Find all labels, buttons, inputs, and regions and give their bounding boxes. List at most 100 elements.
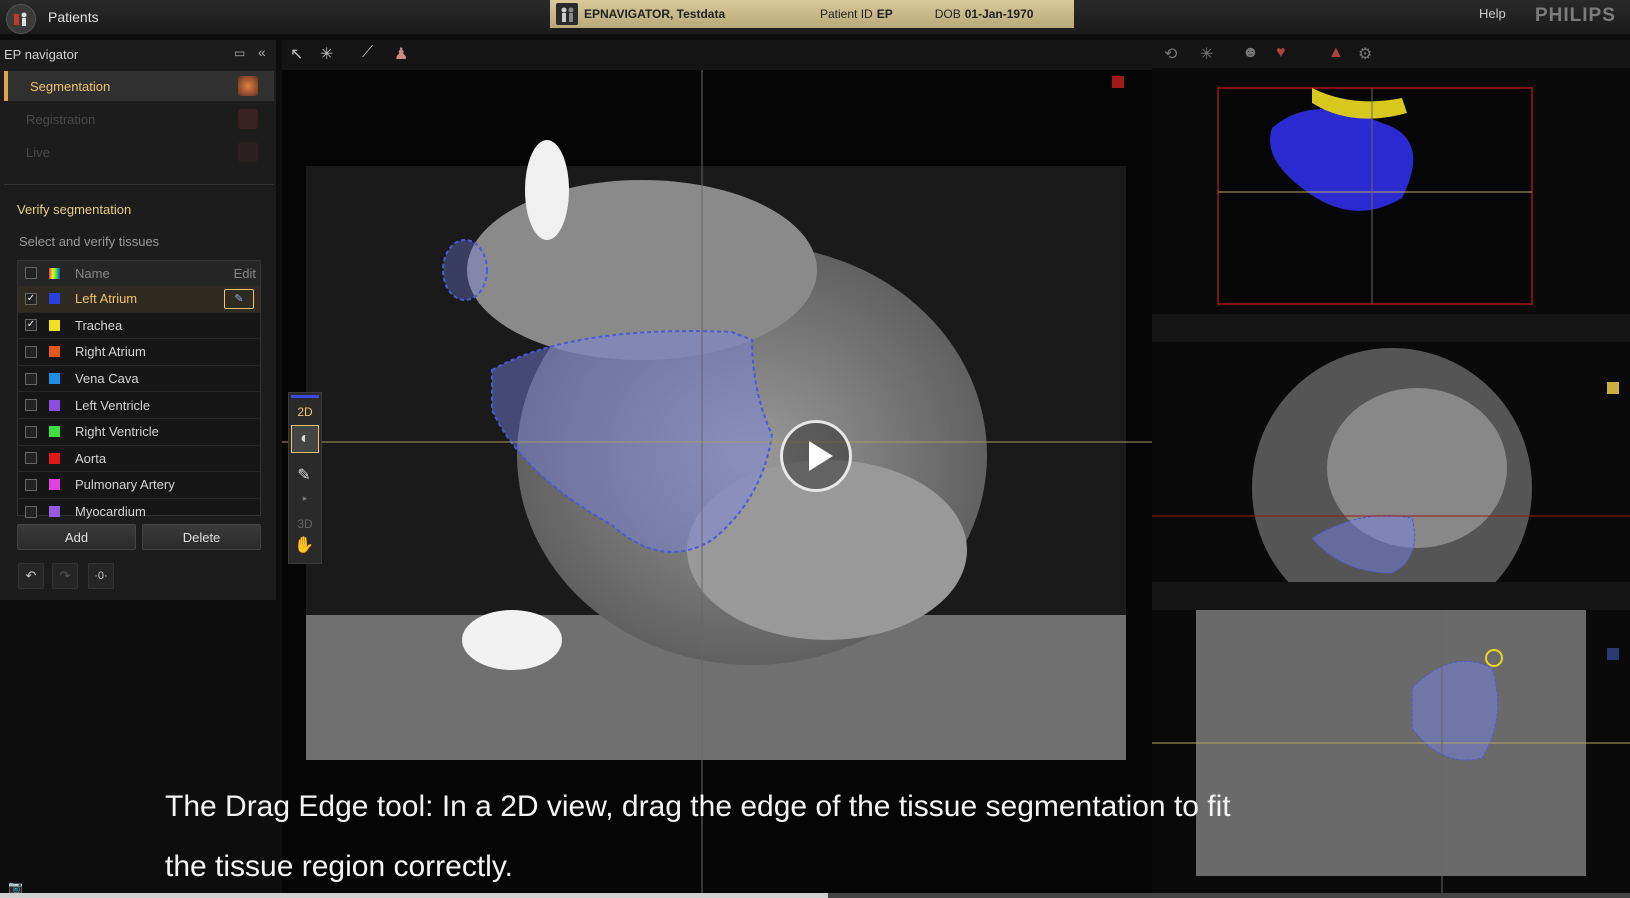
tissue-color-swatch (49, 373, 60, 385)
tissue-row[interactable]: Left Ventricle (18, 391, 260, 418)
tissue-color-swatch (49, 479, 60, 491)
tissue-visibility-checkbox[interactable] (25, 505, 37, 518)
tissue-visibility-checkbox[interactable]: ✓ (25, 292, 37, 305)
patient-id-label: Patient ID (820, 7, 873, 21)
orthogonal-views (1152, 87, 1630, 898)
patients-label[interactable]: Patients (48, 9, 99, 25)
view-color-marker (1112, 76, 1124, 88)
tissue-name: Aorta (75, 450, 107, 466)
segmentation-tool-palette: 2D ◐ ✎ ▸ 3D ✋ (288, 392, 322, 564)
tissue-row[interactable]: ✓ Left Atrium ✎ (18, 285, 260, 312)
nav-item-label: Live (26, 144, 50, 160)
sculpt-3d-tool-icon[interactable]: ✋ (291, 533, 317, 559)
left-atrium-segmentation[interactable] (442, 239, 488, 301)
tissue-name: Left Atrium (75, 291, 138, 307)
active-tissue-indicator (291, 395, 319, 398)
help-link[interactable]: Help (1479, 6, 1506, 21)
mode-2d-label: 2D (297, 405, 313, 419)
color-palette-icon (49, 267, 60, 279)
axial-view-toolbar (1152, 314, 1630, 342)
sagittal-color-marker (1607, 648, 1619, 660)
clip-icon[interactable]: ▲ (1328, 44, 1344, 62)
patient-name: EPNAVIGATOR, Testdata (584, 7, 726, 21)
tissue-color-swatch (49, 346, 60, 358)
tissue-list: ✓ Left Atrium ✎ ✓ Trachea Right Atrium Vena Ca… (18, 285, 260, 524)
tissue-color-swatch (49, 399, 60, 411)
add-button[interactable]: Add (17, 524, 136, 550)
tissue-row[interactable]: Right Atrium (18, 338, 260, 365)
window-level-icon[interactable]: ✳ (1200, 44, 1213, 64)
verify-subtitle: Select and verify tissues (19, 234, 160, 249)
undo-icon: ↶ (25, 568, 37, 583)
minimize-icon[interactable]: ▭ (234, 46, 248, 60)
patient-id-value: EP (876, 7, 893, 21)
tissue-color-swatch (49, 506, 60, 518)
tissue-name: Pulmonary Artery (75, 477, 175, 493)
tissue-row[interactable]: Aorta (18, 444, 260, 472)
patient-banner: EPNAVIGATOR, Testdata Patient ID EP DOB … (550, 0, 1074, 28)
live-icon (238, 142, 258, 162)
video-progress-fill (0, 893, 829, 898)
play-button[interactable] (780, 420, 852, 492)
nav-item-segmentation[interactable]: Segmentation (4, 71, 274, 101)
tissue-color-swatch (49, 452, 60, 464)
subtitle-line-1: The Drag Edge tool: In a 2D view, drag t… (165, 790, 1231, 823)
dob-label: DOB (934, 7, 961, 21)
settings-icon[interactable]: ⚙ (1358, 44, 1372, 64)
nav-item-label: Segmentation (30, 78, 111, 94)
table-header: Name Edit (18, 261, 260, 285)
navigator-title: EP navigator (4, 47, 79, 62)
nav-item-live[interactable]: Live (4, 137, 274, 167)
tissue-visibility-checkbox[interactable] (25, 478, 37, 491)
brand-logo: PHILIPS (1535, 5, 1616, 26)
dob-value: 01-Jan-1970 (964, 7, 1034, 21)
play-icon (809, 441, 833, 471)
delete-button[interactable]: Delete (142, 524, 261, 550)
tissue-name: Right Ventricle (75, 424, 159, 440)
tissue-row[interactable]: Pulmonary Artery (18, 471, 260, 498)
tissue-name: Trachea (75, 317, 123, 333)
nav-item-registration[interactable]: Registration (4, 104, 274, 134)
tissue-visibility-checkbox[interactable] (25, 452, 37, 465)
redo-button[interactable]: ↷ (52, 563, 78, 589)
tissue-name: Right Atrium (75, 344, 146, 360)
patient-icon (556, 3, 578, 25)
tissue-name: Myocardium (75, 504, 146, 520)
expand-arrow-icon[interactable]: ▸ (289, 493, 321, 504)
tissue-visibility-checkbox[interactable] (25, 372, 37, 385)
heart-view-icon[interactable]: ♥ (1276, 44, 1286, 62)
3d-view-toolbar: ⟲ ✳ ☻ ♥ ▲ ⚙ (1152, 40, 1630, 68)
measure-icon[interactable]: ⟋ (362, 44, 373, 62)
body-orientation-icon[interactable]: ♟ (394, 44, 408, 64)
sagittal-view-toolbar (1152, 582, 1630, 610)
heart-icon (238, 76, 258, 96)
tissue-color-swatch (49, 319, 60, 331)
registration-icon (238, 109, 258, 129)
patients-menu-icon[interactable] (6, 4, 36, 34)
undo-button[interactable]: ↶ (18, 563, 44, 589)
brush-tool-icon[interactable]: ✎ (291, 463, 317, 489)
pointer-icon[interactable]: ↖ (290, 44, 303, 64)
tissue-row[interactable]: Right Ventricle (18, 417, 260, 445)
tissue-row[interactable]: Myocardium (18, 497, 260, 525)
window-level-icon[interactable]: ✳ (320, 44, 333, 64)
head-icon[interactable]: ☻ (1242, 44, 1259, 62)
tissue-color-swatch (49, 293, 60, 305)
rotate-icon[interactable]: ⟲ (1164, 44, 1177, 64)
tissue-color-swatch (49, 426, 60, 438)
main-2d-view[interactable] (282, 70, 1152, 898)
tissue-visibility-checkbox[interactable]: ✓ (25, 319, 37, 332)
right-views-panel: ⟲ ✳ ☻ ♥ ▲ ⚙ (1152, 40, 1630, 898)
collapse-panel-icon[interactable]: « (258, 44, 272, 60)
name-column-header: Name (75, 265, 110, 281)
tissue-row[interactable]: Vena Cava (18, 364, 260, 392)
drag-edge-tool-icon[interactable]: ◐ (291, 425, 319, 453)
select-all-checkbox[interactable] (25, 267, 37, 279)
toggle-button[interactable]: ·0· (88, 563, 114, 589)
edit-pencil-icon[interactable]: ✎ (224, 289, 254, 309)
tissue-visibility-checkbox[interactable] (25, 345, 37, 358)
tissue-row[interactable]: ✓ Trachea (18, 311, 260, 339)
divider (4, 184, 274, 185)
tissue-visibility-checkbox[interactable] (25, 399, 37, 412)
tissue-visibility-checkbox[interactable] (25, 425, 37, 438)
